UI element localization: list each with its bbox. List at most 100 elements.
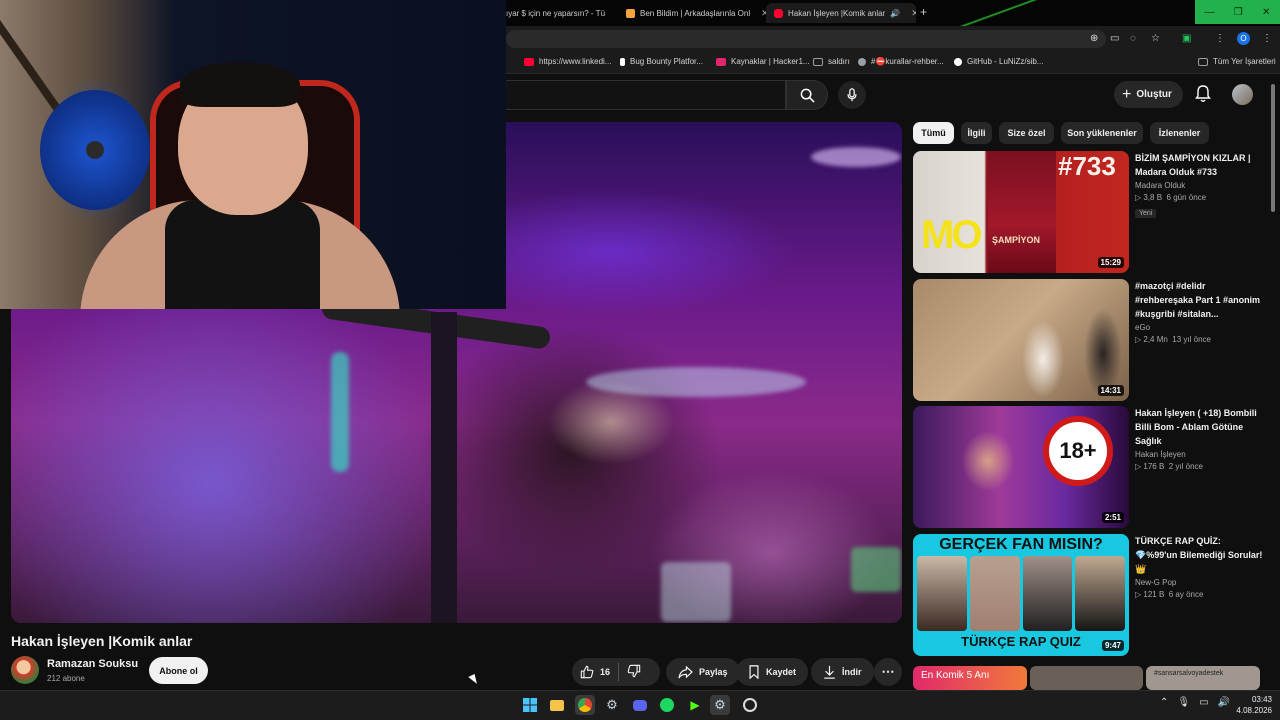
system-tray: ⌃ 🎙 ▭ 🔊 [1160, 697, 1230, 708]
view-count: 2,4 Mn [1143, 335, 1168, 344]
chevron-up-icon[interactable]: ⌃ [1160, 697, 1168, 708]
microphone-tray-icon[interactable]: 🎙 [1177, 697, 1190, 708]
search-input[interactable] [506, 80, 786, 110]
recommendation-channel[interactable]: Madara Olduk [1135, 181, 1263, 190]
bookmark-item[interactable]: #⛔kurallar-rehber... [858, 57, 944, 66]
shelf-item[interactable]: #sansarsalvoyadestek [1146, 666, 1260, 690]
hackerone-icon [716, 57, 726, 66]
upload-age: 6 gün önce [1166, 193, 1207, 202]
shelf-item[interactable] [1030, 666, 1143, 690]
streamer-tank-top [165, 200, 320, 309]
recommendation-title[interactable]: #mazotçi #delidr #rehbereşaka Part 1 #an… [1135, 279, 1263, 321]
recommendation-title[interactable]: BİZİM ŞAMPİYON KIZLAR | Madara Olduk #73… [1135, 151, 1263, 179]
all-bookmarks[interactable]: Tüm Yer İşaretleri [1198, 57, 1276, 66]
steam-icon[interactable]: ⚙ [602, 695, 622, 715]
bookmark-folder[interactable]: saldırı [813, 57, 850, 66]
new-badge: Yeni [1135, 209, 1157, 218]
recommendation-item[interactable]: 14:31 #mazotçi #delidr #rehbereşaka Part… [913, 279, 1265, 401]
discord-icon[interactable] [630, 695, 650, 715]
guitar [40, 90, 150, 210]
bookmark-star-icon[interactable]: ☆ [1151, 33, 1160, 44]
background-lights [851, 547, 901, 592]
chip-for-you[interactable]: Size özel [999, 122, 1054, 144]
recommendation-channel[interactable]: New-G Pop [1135, 578, 1263, 587]
save-button[interactable]: Kaydet [736, 658, 809, 686]
bookmark-item[interactable]: Kaynaklar | Hacker1... [716, 57, 810, 66]
bookmark-item[interactable]: Bug Bounty Platfor... [620, 57, 703, 66]
shelf-item[interactable]: En Komik 5 Anı [913, 666, 1027, 690]
bookmark-label: saldırı [828, 57, 850, 66]
dislike-button[interactable] [627, 664, 641, 680]
maximize-icon[interactable]: ❐ [1234, 7, 1243, 18]
taskbar-clock[interactable]: 03:43 4.08.2026 [1232, 694, 1272, 716]
start-icon[interactable] [520, 695, 540, 715]
plus-icon: + [1122, 85, 1132, 103]
search-icon [800, 88, 815, 103]
spotify-icon[interactable] [657, 695, 677, 715]
more-actions-button[interactable]: ⋯ [874, 658, 902, 686]
menu-icon[interactable]: ⋮ [1262, 33, 1272, 44]
globe-icon [858, 57, 866, 66]
like-button[interactable]: 16 [580, 665, 610, 679]
account-avatar[interactable] [1232, 84, 1253, 105]
chip-related[interactable]: İlgili [961, 122, 992, 144]
close-window-icon[interactable]: ✕ [1262, 7, 1270, 18]
sidebar-scrollbar[interactable] [1271, 84, 1275, 212]
video-thumbnail[interactable]: 14:31 [913, 279, 1129, 401]
chip-watched[interactable]: İzlenenler [1150, 122, 1209, 144]
recommendation-item[interactable]: 18+ 2:51 Hakan İşleyen ( +18) Bombili Bi… [913, 406, 1265, 528]
browser-tab[interactable]: ıyar $ için ne yaparsın? - Tü ✕ [506, 3, 616, 23]
recommendation-channel[interactable]: Hakan İşleyen [1135, 450, 1263, 459]
browser-tab-active[interactable]: Hakan İşleyen |Komik anlar 🔊 ✕ [766, 3, 916, 23]
chip-all[interactable]: Tümü [913, 122, 954, 144]
divider [618, 663, 620, 681]
duration-badge: 14:31 [1097, 385, 1124, 396]
cast-icon[interactable]: ▭ [1110, 33, 1119, 44]
notifications-button[interactable] [1195, 85, 1211, 108]
close-icon[interactable]: ✕ [911, 8, 916, 19]
recommendation-channel[interactable]: eGo [1135, 323, 1263, 332]
extensions-menu-icon[interactable]: ⋮ [1215, 33, 1225, 44]
speaker-icon[interactable]: 🔊 [890, 9, 900, 18]
volume-icon[interactable]: 🔊 [1218, 697, 1230, 708]
minimize-icon[interactable]: — [1205, 7, 1215, 18]
network-icon[interactable]: ▭ [1199, 697, 1208, 708]
search-button[interactable] [786, 80, 828, 110]
streamer-hair [180, 62, 300, 107]
media-player-icon[interactable]: ▶ [685, 695, 705, 715]
voice-search-button[interactable] [838, 81, 866, 109]
video-thumbnail[interactable]: GERÇEK FAN MISIN? TÜRKÇE RAP QUIZ 9:47 [913, 534, 1129, 656]
chrome-icon[interactable] [575, 695, 595, 715]
tab-title: ıyar $ için ne yaparsın? - Tü [506, 8, 606, 18]
share-button[interactable]: Paylaş [666, 658, 740, 686]
profile-avatar[interactable]: O [1237, 32, 1250, 45]
tab-title: Hakan İşleyen |Komik anlar [788, 8, 886, 18]
browser-tab[interactable]: Ben Bildim | Arkadaşlarınla Onl ✕ [626, 3, 766, 23]
bookmark-item[interactable]: GitHub - LuNiZz/sib... [954, 57, 1043, 66]
obs-icon[interactable] [740, 695, 760, 715]
address-field[interactable] [506, 30, 1106, 48]
channel-avatar[interactable] [11, 656, 39, 684]
recommendation-title[interactable]: TÜRKÇE RAP QUİZ: 💎%99'un Bilemediği Soru… [1135, 534, 1263, 576]
recommendation-item[interactable]: MO ŞAMPİYON #733 15:29 BİZİM ŞAMPİYON KI… [913, 151, 1265, 273]
favicon-icon [626, 8, 635, 18]
extension-icon[interactable]: ▣ [1182, 33, 1191, 44]
video-thumbnail[interactable]: MO ŞAMPİYON #733 15:29 [913, 151, 1129, 273]
steam-active-icon[interactable]: ⚙ [710, 695, 730, 715]
chip-recent[interactable]: Son yüklenenler [1061, 122, 1143, 144]
zoom-icon[interactable]: ⊕ [1090, 33, 1098, 44]
bookmark-item[interactable]: https://www.linkedi... [524, 57, 611, 66]
new-tab-button[interactable]: + [920, 5, 927, 19]
eye-off-icon[interactable]: ◌ [1130, 33, 1136, 44]
recommendation-title[interactable]: Hakan İşleyen ( +18) Bombili Billi Bom -… [1135, 406, 1263, 448]
microphone-stand [431, 312, 457, 623]
channel-name[interactable]: Ramazan Souksu [47, 658, 138, 670]
thumbs-up-icon [580, 665, 594, 679]
file-explorer-icon[interactable] [547, 695, 567, 715]
create-button[interactable]: + Oluştur [1114, 81, 1183, 108]
clock-date: 4.08.2026 [1236, 706, 1272, 715]
recommendation-item[interactable]: GERÇEK FAN MISIN? TÜRKÇE RAP QUIZ 9:47 T… [913, 534, 1265, 656]
video-thumbnail[interactable]: 18+ 2:51 [913, 406, 1129, 528]
download-button[interactable]: İndir [811, 658, 874, 686]
subscribe-button[interactable]: Abone ol [149, 657, 208, 684]
